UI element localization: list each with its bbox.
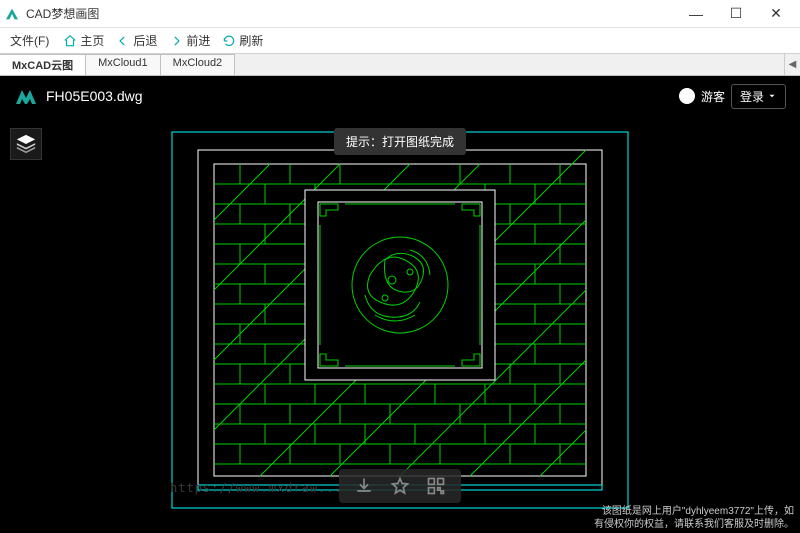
download-icon: [354, 476, 374, 496]
titlebar: CAD梦想画图 — ☐ ✕: [0, 0, 800, 28]
close-button[interactable]: ✕: [756, 0, 796, 28]
guest-label: 游客: [701, 88, 725, 105]
minimize-button[interactable]: —: [676, 0, 716, 28]
maximize-button[interactable]: ☐: [716, 0, 756, 28]
download-button[interactable]: [353, 475, 375, 497]
cad-drawing: [170, 130, 630, 510]
chevron-down-icon: [767, 91, 777, 101]
tabbar: MxCAD云图 MxCloud1 MxCloud2 ◀: [0, 54, 800, 76]
home-icon: [63, 34, 77, 48]
app-header: FH05E003.dwg 游客 登录: [0, 76, 800, 116]
nav-back[interactable]: 后退: [110, 30, 163, 51]
toast-notification: 提示：打开图纸完成: [334, 128, 466, 155]
back-icon: [116, 34, 130, 48]
tab-scroll-left[interactable]: ◀: [784, 54, 800, 75]
qrcode-icon: [426, 476, 446, 496]
menu-file[interactable]: 文件(F): [2, 30, 57, 51]
login-button[interactable]: 登录: [731, 84, 786, 109]
layers-button[interactable]: [10, 128, 42, 160]
tab-mxcad-cloud[interactable]: MxCAD云图: [0, 54, 86, 75]
tab-mxcloud1[interactable]: MxCloud1: [86, 54, 161, 75]
star-icon: [390, 476, 410, 496]
layers-icon: [15, 133, 37, 155]
nav-refresh[interactable]: 刷新: [216, 30, 269, 51]
nav-home[interactable]: 主页: [57, 30, 110, 51]
favorite-button[interactable]: [389, 475, 411, 497]
avatar-icon: [679, 88, 695, 104]
app-icon: [4, 6, 20, 22]
logo-icon: [14, 84, 38, 108]
forward-icon: [169, 34, 183, 48]
watermark-text: https://www.mxdraw...: [170, 481, 343, 495]
qrcode-button[interactable]: [425, 475, 447, 497]
bottom-toolbar: [339, 469, 461, 503]
user-area: 游客 登录: [679, 84, 786, 109]
filename: FH05E003.dwg: [46, 88, 679, 104]
main-viewport: FH05E003.dwg 游客 登录 提示：打开图纸完成: [0, 76, 800, 533]
window-title: CAD梦想画图: [26, 5, 676, 22]
menubar: 文件(F) 主页 后退 前进 刷新: [0, 28, 800, 54]
refresh-icon: [222, 34, 236, 48]
footer-disclaimer: 该图纸是网上用户"dyhlyeem3772"上传，如 有侵权你的权益，请联系我们…: [594, 505, 794, 531]
tab-mxcloud2[interactable]: MxCloud2: [161, 54, 236, 75]
nav-forward[interactable]: 前进: [163, 30, 216, 51]
